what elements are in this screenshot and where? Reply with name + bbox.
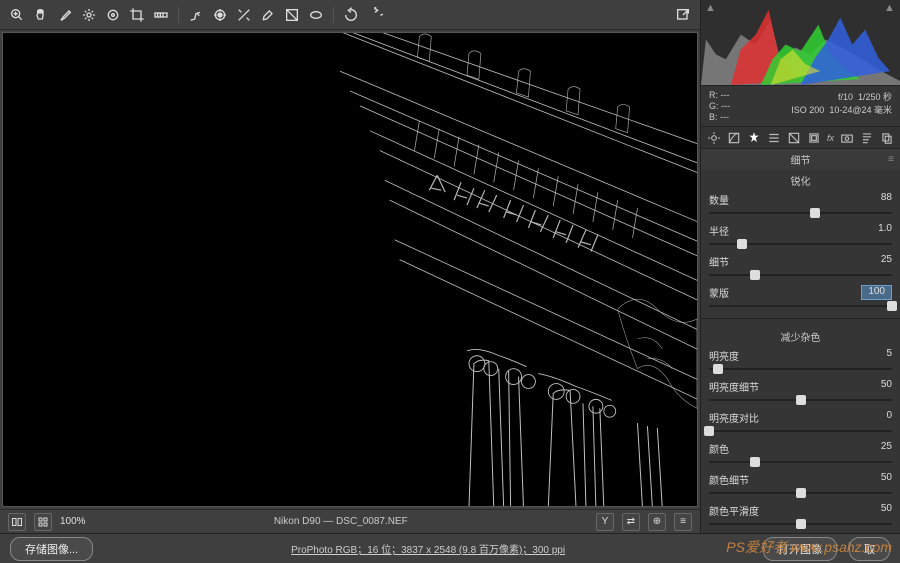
tab-presets-icon[interactable] bbox=[860, 130, 874, 146]
zoom-icon[interactable] bbox=[8, 6, 26, 24]
image-canvas[interactable] bbox=[2, 32, 698, 507]
histogram[interactable]: ▲ ▲ bbox=[701, 0, 900, 86]
tab-lens-icon[interactable] bbox=[807, 130, 821, 146]
col-value[interactable]: 25 bbox=[881, 441, 892, 456]
save-button[interactable]: 存储图像... bbox=[10, 537, 93, 561]
tab-basic-icon[interactable] bbox=[707, 130, 721, 146]
tab-detail-icon[interactable] bbox=[747, 130, 761, 146]
lumc-label: 明亮度对比 bbox=[709, 410, 759, 425]
before-after-y-icon[interactable]: Y bbox=[596, 513, 614, 531]
radius-slider[interactable] bbox=[709, 238, 892, 250]
sharpen-title: 锐化 bbox=[709, 169, 892, 192]
cold-label: 颜色细节 bbox=[709, 472, 749, 487]
rotate-cw-icon[interactable] bbox=[366, 6, 384, 24]
compare-icon[interactable] bbox=[8, 513, 26, 531]
zoom-level[interactable]: 100% bbox=[60, 516, 86, 527]
readouts: R: --- G: --- B: --- f/10 1/250 秒 ISO 20… bbox=[701, 86, 900, 127]
panel-menu-icon[interactable]: ≡ bbox=[888, 154, 894, 165]
detail-value[interactable]: 25 bbox=[881, 254, 892, 269]
lumd-value[interactable]: 50 bbox=[881, 379, 892, 394]
copy-icon[interactable]: ⊕ bbox=[648, 513, 666, 531]
tab-split-icon[interactable] bbox=[787, 130, 801, 146]
mask-label: 蒙版 bbox=[709, 285, 729, 300]
tab-snapshots-icon[interactable] bbox=[880, 130, 894, 146]
radial-icon[interactable] bbox=[307, 6, 325, 24]
straighten-icon[interactable] bbox=[152, 6, 170, 24]
aperture: f/10 bbox=[838, 92, 853, 102]
b-value: B: --- bbox=[709, 112, 730, 122]
hand-icon[interactable] bbox=[32, 6, 50, 24]
settings-icon[interactable]: ≡ bbox=[674, 513, 692, 531]
lum-slider[interactable] bbox=[709, 363, 892, 375]
col-slider[interactable] bbox=[709, 456, 892, 468]
radius-value[interactable]: 1.0 bbox=[878, 223, 892, 238]
eyedropper-icon[interactable] bbox=[56, 6, 74, 24]
g-value: G: --- bbox=[709, 101, 730, 111]
mask-value[interactable]: 100 bbox=[861, 285, 892, 300]
panel-tabs: fx bbox=[701, 127, 900, 149]
nr-title: 减少杂色 bbox=[709, 325, 892, 348]
sampler-icon[interactable] bbox=[80, 6, 98, 24]
cols-value[interactable]: 50 bbox=[881, 503, 892, 518]
amount-value[interactable]: 88 bbox=[881, 192, 892, 207]
tab-camera-icon[interactable] bbox=[840, 130, 854, 146]
panel-title: 细节 bbox=[791, 152, 811, 167]
amount-label: 数量 bbox=[709, 192, 729, 207]
cols-slider[interactable] bbox=[709, 518, 892, 530]
lum-label: 明亮度 bbox=[709, 348, 739, 363]
crop-icon[interactable] bbox=[128, 6, 146, 24]
lum-value[interactable]: 5 bbox=[886, 348, 892, 363]
iso: ISO 200 bbox=[791, 105, 824, 115]
lens: 10-24@24 毫米 bbox=[829, 105, 892, 115]
cold-value[interactable]: 50 bbox=[881, 472, 892, 487]
status-bar: 100% Nikon D90 — DSC_0087.NEF Y ⇄ ⊕ ≡ bbox=[0, 509, 700, 533]
lumd-slider[interactable] bbox=[709, 394, 892, 406]
panel-body: 锐化 数量 88 半径 1.0 细节 25 蒙版 100 减少杂色 明亮度 5 明亮度细节… bbox=[701, 169, 900, 533]
mask-slider[interactable] bbox=[709, 300, 892, 312]
redeye-icon[interactable] bbox=[211, 6, 229, 24]
detail-slider[interactable] bbox=[709, 269, 892, 281]
toolbar bbox=[0, 0, 700, 30]
rotate-ccw-icon[interactable] bbox=[342, 6, 360, 24]
tab-fx-icon[interactable]: fx bbox=[827, 130, 834, 146]
export-icon[interactable] bbox=[674, 6, 692, 24]
brush-icon[interactable] bbox=[259, 6, 277, 24]
target-icon[interactable] bbox=[104, 6, 122, 24]
panel-header[interactable]: 细节 ≡ bbox=[701, 149, 900, 169]
amount-slider[interactable] bbox=[709, 207, 892, 219]
lumc-slider[interactable] bbox=[709, 425, 892, 437]
lumd-label: 明亮度细节 bbox=[709, 379, 759, 394]
cold-slider[interactable] bbox=[709, 487, 892, 499]
grad-icon[interactable] bbox=[283, 6, 301, 24]
swap-icon[interactable]: ⇄ bbox=[622, 513, 640, 531]
detail-label: 细节 bbox=[709, 254, 729, 269]
footer: 存储图像... ProPhoto RGB；16 位；3837 x 2548 (9… bbox=[0, 533, 900, 563]
watermark: PS爱好者 www.psahz.com bbox=[726, 537, 892, 557]
adjust-icon[interactable] bbox=[235, 6, 253, 24]
image-info[interactable]: ProPhoto RGB；16 位；3837 x 2548 (9.8 百万像素)… bbox=[105, 541, 751, 556]
cols-label: 颜色平滑度 bbox=[709, 503, 759, 518]
r-value: R: --- bbox=[709, 90, 730, 100]
spot-icon[interactable] bbox=[187, 6, 205, 24]
lumc-value[interactable]: 0 bbox=[886, 410, 892, 425]
col-label: 颜色 bbox=[709, 441, 729, 456]
tab-hsl-icon[interactable] bbox=[767, 130, 781, 146]
radius-label: 半径 bbox=[709, 223, 729, 238]
camera-file: Nikon D90 — DSC_0087.NEF bbox=[94, 516, 588, 527]
tab-curve-icon[interactable] bbox=[727, 130, 741, 146]
shutter: 1/250 秒 bbox=[858, 92, 892, 102]
grid-icon[interactable] bbox=[34, 513, 52, 531]
